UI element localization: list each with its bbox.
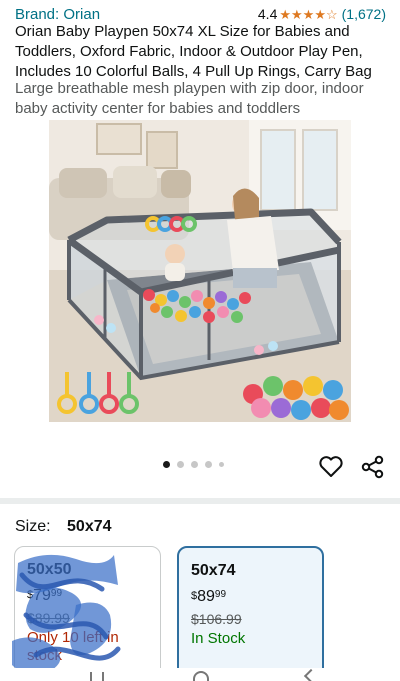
carousel-dot[interactable] — [219, 462, 224, 467]
star-icon: ★ — [279, 6, 292, 22]
option-size: 50x50 — [27, 561, 72, 578]
review-count[interactable]: (1,672) — [342, 6, 386, 22]
brand-rating-row: Brand: Orian 4.4 ★ ★ ★ ★ ☆ (1,672) — [15, 4, 386, 24]
option-size: 50x74 — [191, 562, 236, 579]
option-list-price: $106.99 — [191, 611, 242, 627]
option-stock: Only 10 left in stock — [27, 629, 119, 664]
share-icon[interactable] — [360, 455, 386, 479]
rating-score: 4.4 — [257, 6, 278, 22]
option-stock: In Stock — [191, 630, 246, 647]
playpen-photo — [49, 120, 351, 422]
recent-apps-icon[interactable] — [90, 672, 104, 681]
option-price: $8999 — [191, 588, 310, 606]
heart-icon[interactable] — [318, 455, 344, 479]
carousel-dot[interactable] — [191, 461, 198, 468]
option-price: $7999 — [27, 587, 148, 605]
size-selector-label: Size: 50x74 — [15, 518, 112, 536]
option-list-price: $89.99 — [27, 610, 70, 626]
star-icon: ★ — [302, 6, 315, 22]
carousel-dot[interactable] — [177, 461, 184, 468]
star-icon: ★ — [314, 6, 326, 22]
image-carousel-dots[interactable] — [163, 461, 224, 468]
size-option-50x50[interactable]: 50x50 $7999 $89.99 Only 10 left in stock — [14, 546, 161, 681]
carousel-dot[interactable] — [205, 461, 212, 468]
star-icon: ★ — [291, 6, 303, 22]
selected-size: 50x74 — [67, 518, 112, 535]
size-label: Size: — [15, 518, 51, 535]
star-rating-icon: ★ ★ ★ ★ ☆ — [279, 8, 337, 21]
size-option-50x74[interactable]: 50x74 $8999 $106.99 In Stock — [177, 546, 324, 681]
product-subtitle: Large breathable mesh playpen with zip d… — [15, 80, 364, 117]
price-fraction: 99 — [50, 588, 63, 599]
half-star-icon: ☆ — [325, 6, 338, 22]
price-whole: 79 — [33, 587, 51, 604]
price-fraction: 99 — [214, 589, 227, 600]
product-image[interactable] — [49, 120, 351, 422]
brand-link[interactable]: Brand: Orian — [15, 6, 100, 23]
carousel-dot[interactable] — [163, 461, 170, 468]
product-title: Orian Baby Playpen 50x74 XL Size for Bab… — [15, 23, 372, 80]
home-icon[interactable] — [193, 671, 209, 681]
price-whole: 89 — [197, 588, 215, 605]
currency-symbol: $ — [27, 589, 34, 601]
rating-summary[interactable]: 4.4 ★ ★ ★ ★ ☆ (1,672) — [258, 6, 386, 22]
section-divider — [0, 498, 400, 504]
currency-symbol: $ — [191, 590, 198, 602]
